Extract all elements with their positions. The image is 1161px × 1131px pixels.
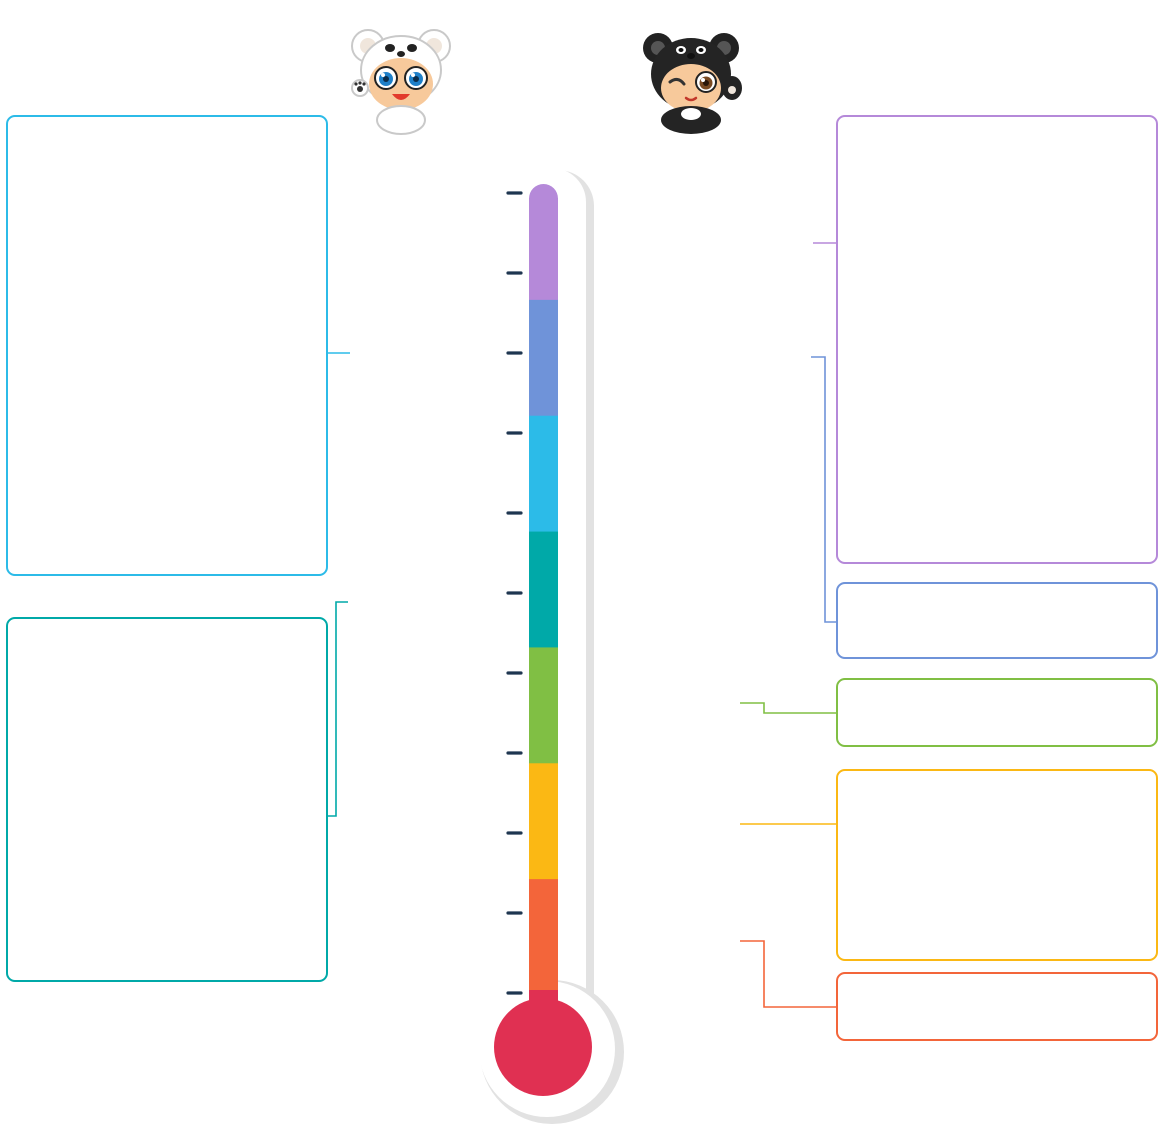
- thermometer-band-2: [529, 299, 558, 417]
- connector-right-5: [740, 940, 836, 1008]
- thermometer-band-3: [529, 415, 558, 533]
- thermometer-band-1: [529, 198, 558, 301]
- bulb-neck: [529, 990, 558, 1004]
- thermometer-band-6: [529, 763, 558, 880]
- thermometer-diagram: [328, 168, 836, 1124]
- thermometer-band-4: [529, 531, 558, 648]
- connector-right-3: [740, 702, 836, 714]
- connector-left-bottom: [328, 601, 348, 817]
- thermometer-band-7: [529, 879, 558, 996]
- thermometer-bulb: [494, 998, 592, 1096]
- connector-right-2: [811, 356, 836, 623]
- thermometer-band-5: [529, 647, 558, 764]
